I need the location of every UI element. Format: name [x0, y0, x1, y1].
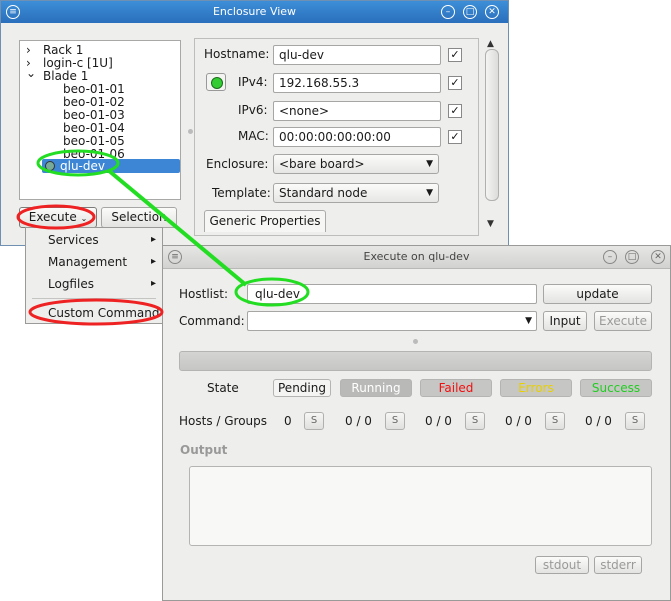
status-dot-icon — [45, 161, 55, 171]
minimize-icon[interactable]: – — [441, 5, 455, 19]
tree-item-host[interactable]: beo-01-02 — [63, 95, 125, 109]
execute-menu: Services ▸ Management ▸ Logfiles ▸ Custo… — [25, 227, 163, 324]
submenu-arrow-icon: ▸ — [150, 278, 156, 289]
output-label: Output — [180, 443, 228, 457]
command-label: Command: — [179, 314, 245, 328]
mac-field[interactable]: 00:00:00:00:00:00 — [273, 127, 441, 147]
ipv4-checkbox[interactable]: ✓ — [448, 76, 462, 90]
tree-item-label: qlu-dev — [60, 159, 105, 173]
state-pending-button[interactable]: Pending — [273, 379, 331, 397]
submenu-arrow-icon: ▸ — [150, 234, 156, 245]
template-label: Template: — [212, 186, 271, 200]
scroll-up-icon[interactable]: ▲ — [487, 39, 494, 49]
execute-dialog-titlebar[interactable]: ≡ Execute on qlu-dev – □ ✕ — [163, 246, 670, 269]
stderr-button[interactable]: stderr — [594, 556, 642, 574]
select-pending-button[interactable]: S — [304, 412, 324, 430]
state-errors-button[interactable]: Errors — [500, 379, 572, 397]
window-title: Enclosure View — [212, 5, 297, 18]
count-success: 0 / 0 — [585, 414, 612, 428]
chevron-down-icon: ▼ — [426, 188, 433, 198]
hostlist-field[interactable]: qlu-dev — [247, 284, 537, 304]
maximize-icon[interactable]: □ — [463, 5, 477, 19]
collapse-arrow-icon[interactable]: ⌄ — [26, 66, 36, 80]
hostname-label: Hostname: — [204, 47, 270, 61]
hosts-groups-label: Hosts / Groups — [179, 414, 268, 428]
menu-separator — [32, 298, 156, 299]
count-failed: 0 / 0 — [425, 414, 452, 428]
expand-arrow-icon[interactable]: › — [26, 43, 31, 57]
tree-item-host[interactable]: beo-01-01 — [63, 82, 125, 96]
menu-item-management[interactable]: Management — [48, 255, 127, 269]
menu-item-logfiles[interactable]: Logfiles — [48, 277, 94, 291]
select-success-button[interactable]: S — [625, 412, 645, 430]
ipv4-label: IPv4: — [238, 75, 268, 89]
update-button[interactable]: update — [543, 284, 652, 304]
count-running: 0 / 0 — [345, 414, 372, 428]
ipv6-label: IPv6: — [238, 103, 268, 117]
tree-item-host[interactable]: beo-01-03 — [63, 108, 125, 122]
minimize-icon[interactable]: – — [603, 250, 617, 264]
ipv6-checkbox[interactable]: ✓ — [448, 104, 462, 118]
select-errors-button[interactable]: S — [545, 412, 565, 430]
progress-bar — [179, 351, 652, 371]
hostname-checkbox[interactable]: ✓ — [448, 48, 462, 62]
hostlist-label: Hostlist: — [179, 287, 228, 301]
enclosure-view-window: ≡ Enclosure View – □ ✕ › Rack 1 › login-… — [0, 0, 509, 246]
dropdown-arrow-icon: ⌄ — [80, 214, 88, 223]
select-running-button[interactable]: S — [385, 412, 405, 430]
menu-item-custom-command[interactable]: Custom Command — [48, 306, 159, 320]
status-led-icon — [206, 73, 226, 91]
mac-checkbox[interactable]: ✓ — [448, 130, 462, 144]
enclosure-view-titlebar[interactable]: ≡ Enclosure View – □ ✕ — [1, 1, 508, 23]
tree-item-rack[interactable]: Rack 1 — [43, 43, 83, 57]
tree-item-host[interactable]: beo-01-05 — [63, 134, 125, 148]
count-errors: 0 / 0 — [505, 414, 532, 428]
state-success-button[interactable]: Success — [580, 379, 652, 397]
select-failed-button[interactable]: S — [465, 412, 485, 430]
enclosure-label: Enclosure: — [206, 157, 269, 171]
ipv6-field[interactable]: <none> — [273, 101, 441, 121]
execute-button[interactable]: Execute — [594, 311, 652, 331]
enclosure-select[interactable]: <bare board> ▼ — [273, 154, 439, 174]
chevron-down-icon[interactable]: ▼ — [525, 312, 532, 330]
command-combo[interactable]: ▼ — [247, 311, 537, 331]
chevron-down-icon: ▼ — [426, 159, 433, 169]
hostname-field[interactable]: qlu-dev — [273, 45, 441, 65]
execute-dropdown-button[interactable]: Execute ⌄ — [19, 207, 97, 228]
stdout-button[interactable]: stdout — [535, 556, 589, 574]
maximize-icon[interactable]: □ — [625, 250, 639, 264]
tree-item-host[interactable]: beo-01-04 — [63, 121, 125, 135]
ipv4-field[interactable]: 192.168.55.3 — [273, 73, 441, 93]
menu-item-services[interactable]: Services — [48, 233, 99, 247]
close-icon[interactable]: ✕ — [651, 250, 665, 264]
mac-label: MAC: — [238, 129, 269, 143]
dialog-title: Execute on qlu-dev — [363, 250, 470, 263]
scroll-down-icon[interactable]: ▼ — [487, 219, 494, 229]
count-pending: 0 — [284, 414, 292, 428]
output-area[interactable] — [189, 466, 652, 546]
tree-item-login[interactable]: login-c [1U] — [43, 56, 113, 70]
state-failed-button[interactable]: Failed — [420, 379, 492, 397]
tree-item-blade[interactable]: Blade 1 — [43, 69, 88, 83]
input-button[interactable]: Input — [543, 311, 587, 331]
splitter-handle[interactable] — [413, 339, 418, 344]
submenu-arrow-icon: ▸ — [150, 256, 156, 267]
scrollbar-thumb[interactable] — [485, 49, 499, 201]
window-menu-icon[interactable]: ≡ — [6, 5, 20, 19]
selection-button[interactable]: Selection — [101, 207, 177, 228]
tree-item-selected[interactable]: qlu-dev — [42, 159, 180, 173]
tab-generic-properties[interactable]: Generic Properties — [204, 210, 326, 232]
host-tree[interactable]: › Rack 1 › login-c [1U] ⌄ Blade 1 beo-01… — [19, 40, 181, 200]
template-select[interactable]: Standard node ▼ — [273, 183, 439, 203]
splitter-handle[interactable] — [188, 129, 193, 134]
window-menu-icon[interactable]: ≡ — [168, 250, 182, 264]
state-running-button[interactable]: Running — [340, 379, 412, 397]
state-label: State — [207, 381, 239, 395]
close-icon[interactable]: ✕ — [485, 5, 499, 19]
